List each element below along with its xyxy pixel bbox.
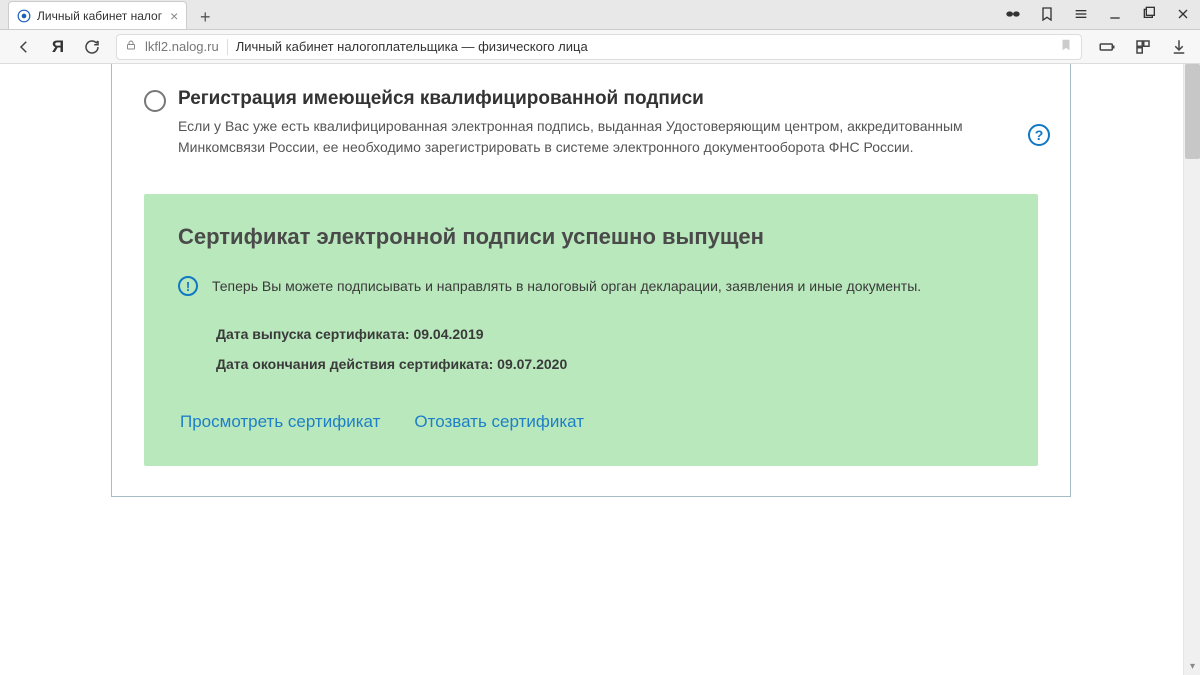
window-minimize-icon[interactable] — [1098, 0, 1132, 28]
info-icon: ! — [178, 276, 198, 296]
radio-button[interactable] — [144, 90, 166, 112]
view-certificate-link[interactable]: Просмотреть сертификат — [180, 412, 380, 432]
expiry-date-line: Дата окончания действия сертификата: 09.… — [216, 356, 1004, 372]
viewport: Регистрация имеющейся квалифицированной … — [0, 64, 1200, 675]
reader-mode-icon[interactable] — [996, 0, 1030, 28]
tab-close-icon[interactable]: × — [170, 8, 178, 24]
success-title: Сертификат электронной подписи успешно в… — [178, 224, 1004, 250]
revoke-certificate-link[interactable]: Отозвать сертификат — [414, 412, 584, 432]
issue-date-line: Дата выпуска сертификата: 09.04.2019 — [216, 326, 1004, 342]
download-icon[interactable] — [1168, 36, 1190, 58]
reload-button[interactable] — [82, 37, 102, 57]
option-description: Если у Вас уже есть квалифицированная эл… — [178, 116, 1038, 158]
new-tab-button[interactable]: + — [193, 5, 217, 29]
back-button[interactable] — [14, 37, 34, 57]
tab-favicon — [17, 9, 31, 23]
success-info-row: ! Теперь Вы можете подписывать и направл… — [178, 276, 1004, 296]
url-input[interactable]: lkfl2.nalog.ru Личный кабинет налогоплат… — [116, 34, 1082, 60]
url-host: lkfl2.nalog.ru — [145, 39, 219, 54]
window-maximize-icon[interactable] — [1132, 0, 1166, 28]
success-info-text: Теперь Вы можете подписывать и направлят… — [212, 278, 921, 294]
help-icon[interactable]: ? — [1028, 124, 1050, 146]
url-page-title: Личный кабинет налогоплательщика — физич… — [236, 39, 588, 54]
tab-title: Личный кабинет налог — [37, 9, 162, 23]
option-title: Регистрация имеющейся квалифицированной … — [178, 88, 1038, 110]
battery-icon[interactable] — [1096, 36, 1118, 58]
yandex-home-button[interactable]: Я — [48, 37, 68, 57]
window-close-icon[interactable] — [1166, 0, 1200, 28]
bookmark-icon[interactable] — [1059, 38, 1073, 55]
scrollbar-thumb[interactable] — [1185, 64, 1200, 159]
lock-icon — [125, 39, 137, 54]
menu-icon[interactable] — [1064, 0, 1098, 28]
success-panel: Сертификат электронной подписи успешно в… — [144, 194, 1038, 466]
scrollbar-track[interactable]: ▾ — [1183, 64, 1200, 675]
extension-icon[interactable] — [1132, 36, 1154, 58]
bookmark-flag-icon[interactable] — [1030, 0, 1064, 28]
window-controls — [996, 0, 1200, 29]
cert-links-row: Просмотреть сертификат Отозвать сертифик… — [180, 412, 1004, 432]
signature-option-row: Регистрация имеющейся квалифицированной … — [144, 88, 1038, 158]
browser-tab[interactable]: Личный кабинет налог × — [8, 1, 187, 29]
browser-tabs: Личный кабинет налог × + — [0, 0, 1200, 30]
address-bar: Я lkfl2.nalog.ru Личный кабинет налогопл… — [0, 30, 1200, 64]
url-separator — [227, 39, 228, 55]
content-card: Регистрация имеющейся квалифицированной … — [111, 64, 1071, 497]
scroll-down-arrow[interactable]: ▾ — [1184, 658, 1200, 675]
